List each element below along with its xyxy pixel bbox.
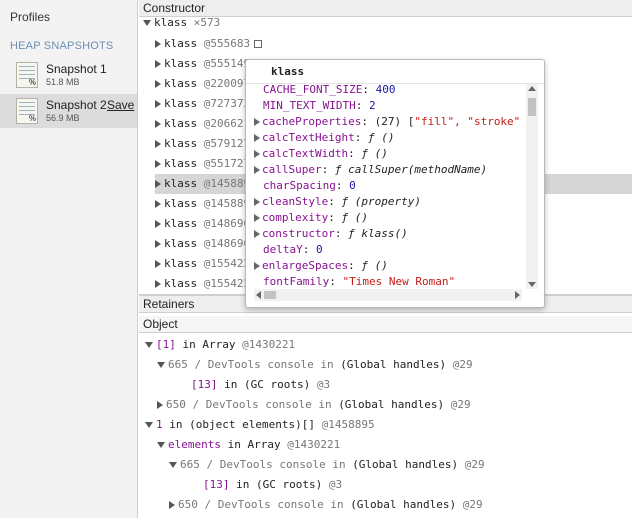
snapshot-size: 51.8 MB	[46, 77, 80, 87]
property-value: 0	[349, 179, 356, 192]
expand-arrow-icon[interactable]	[155, 280, 161, 288]
expand-arrow-icon[interactable]	[155, 80, 161, 88]
scroll-thumb[interactable]	[528, 98, 536, 116]
popover-vertical-scrollbar[interactable]	[526, 84, 538, 289]
retainer-row[interactable]: 665 / DevTools console in (Global handle…	[157, 355, 632, 375]
expand-arrow-icon[interactable]	[155, 140, 161, 148]
popover-property-row[interactable]: calcTextWidth: ƒ ()	[254, 146, 524, 162]
popover-property-row[interactable]: enlargeSpaces: ƒ ()	[254, 258, 524, 274]
snapshot-1-item[interactable]: % Snapshot 1 51.8 MB	[0, 58, 137, 92]
snapshot-size: 56.9 MB	[46, 113, 80, 123]
expand-arrow-icon[interactable]	[155, 180, 161, 188]
property-value: ƒ ()	[361, 259, 388, 272]
retainer-row[interactable]: elements in Array @1430221	[157, 435, 632, 455]
collapse-arrow-icon[interactable]	[157, 442, 165, 448]
expand-arrow-icon[interactable]	[157, 401, 163, 409]
expand-arrow-icon[interactable]	[155, 240, 161, 248]
expand-arrow-icon[interactable]	[254, 150, 260, 158]
popover-horizontal-scrollbar[interactable]	[254, 289, 522, 301]
scroll-thumb[interactable]	[264, 291, 276, 299]
property-value: ƒ ()	[361, 147, 388, 160]
save-snapshot-link[interactable]: Save	[107, 98, 134, 112]
property-value: (27) ["fill", "stroke"	[374, 115, 521, 128]
object-column-header[interactable]: Object	[139, 316, 632, 333]
profiles-sidebar: Profiles HEAP SNAPSHOTS % Snapshot 1 51.…	[0, 0, 138, 518]
retainer-row[interactable]: [13] in (GC roots) @3	[169, 375, 632, 395]
retainer-row[interactable]: 665 / DevTools console in (Global handle…	[169, 455, 632, 475]
popover-title: klass	[271, 65, 305, 78]
snapshot-icon: %	[16, 62, 38, 88]
popover-property-row[interactable]: CACHE_FONT_SIZE: 400	[254, 82, 524, 98]
snapshot-name: Snapshot 1	[46, 62, 107, 76]
expand-arrow-icon[interactable]	[155, 40, 161, 48]
snapshot-2-item[interactable]: % Snapshot 2 Save 56.9 MB	[0, 94, 137, 128]
retainer-row[interactable]: [1] in Array @1430221	[145, 335, 632, 355]
object-preview-popover: klass CACHE_FONT_SIZE: 400 MIN_TEXT_WIDTH…	[245, 59, 545, 308]
expand-arrow-icon[interactable]	[254, 198, 260, 206]
popover-property-row[interactable]: complexity: ƒ ()	[254, 210, 524, 226]
expand-arrow-icon[interactable]	[155, 160, 161, 168]
snapshot-icon: %	[16, 98, 38, 124]
popover-property-row[interactable]: charSpacing: 0	[254, 178, 524, 194]
scroll-right-icon[interactable]	[515, 291, 520, 299]
popover-property-row[interactable]: deltaY: 0	[254, 242, 524, 258]
expand-arrow-icon[interactable]	[254, 134, 260, 142]
constructor-group-row[interactable]: klass ×573	[143, 14, 632, 32]
reveal-icon[interactable]	[254, 40, 263, 48]
scroll-up-icon[interactable]	[528, 86, 536, 91]
popover-property-row[interactable]: callSuper: ƒ callSuper(methodName)	[254, 162, 524, 178]
profiles-title: Profiles	[10, 10, 51, 24]
expand-arrow-icon[interactable]	[155, 220, 161, 228]
expand-arrow-icon[interactable]	[155, 260, 161, 268]
retainer-row[interactable]: 1 in (object elements)[] @1458895	[145, 415, 632, 435]
popover-property-row[interactable]: MIN_TEXT_WIDTH: 2	[254, 98, 524, 114]
property-value: 0	[316, 243, 323, 256]
property-value: ƒ klass()	[348, 227, 408, 240]
popover-property-row[interactable]: cacheProperties: (27) ["fill", "stroke"	[254, 114, 524, 130]
popover-property-row[interactable]: fontFamily: "Times New Roman"	[254, 274, 524, 290]
snapshot-name: Snapshot 2	[46, 98, 107, 112]
expand-arrow-icon[interactable]	[155, 60, 161, 68]
expand-arrow-icon[interactable]	[254, 118, 260, 126]
property-value: ƒ (property)	[341, 195, 421, 208]
retainer-row[interactable]: 650 / DevTools console in (Global handle…	[169, 495, 632, 515]
property-value: ƒ ()	[367, 131, 395, 144]
expand-arrow-icon[interactable]	[254, 166, 260, 174]
expand-arrow-icon[interactable]	[254, 230, 260, 238]
heap-snapshots-section: HEAP SNAPSHOTS	[10, 40, 114, 52]
expand-arrow-icon[interactable]	[254, 262, 260, 270]
expand-arrow-icon[interactable]	[155, 200, 161, 208]
popover-property-row[interactable]: calcTextHeight: ƒ ()	[254, 130, 524, 146]
property-value: ƒ callSuper(methodName)	[334, 163, 488, 176]
collapse-arrow-icon[interactable]	[157, 362, 165, 368]
property-value: ƒ ()	[341, 211, 368, 224]
expand-arrow-icon[interactable]	[169, 501, 175, 509]
retainer-row[interactable]: 650 / DevTools console in (Global handle…	[157, 395, 632, 415]
property-value: 2	[368, 99, 376, 112]
scroll-down-icon[interactable]	[528, 282, 536, 287]
constructor-instance-row[interactable]: klass @555683	[155, 34, 632, 54]
expand-arrow-icon[interactable]	[155, 100, 161, 108]
expand-arrow-icon[interactable]	[155, 120, 161, 128]
collapse-arrow-icon[interactable]	[145, 342, 153, 348]
collapse-arrow-icon[interactable]	[145, 422, 153, 428]
retainer-row[interactable]: [13] in (GC roots) @3	[181, 475, 632, 495]
expand-arrow-icon[interactable]	[254, 214, 260, 222]
collapse-arrow-icon[interactable]	[169, 462, 177, 468]
property-value: "Times New Roman"	[342, 275, 456, 288]
collapse-arrow-icon[interactable]	[143, 20, 151, 26]
popover-property-row[interactable]: cleanStyle: ƒ (property)	[254, 194, 524, 210]
popover-property-row[interactable]: constructor: ƒ klass()	[254, 226, 524, 242]
scroll-left-icon[interactable]	[256, 291, 261, 299]
property-value: 400	[375, 83, 396, 96]
